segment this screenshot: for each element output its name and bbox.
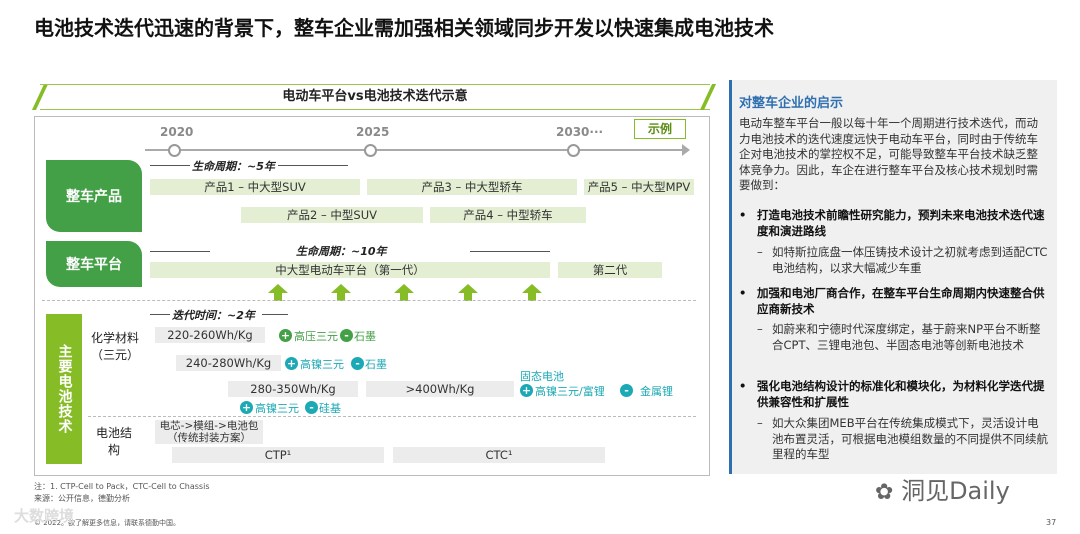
minus-icon: - — [620, 384, 633, 397]
solid-state-label: 固态电池 — [520, 370, 564, 383]
row-label-battery: 主要电池技术 — [46, 314, 82, 464]
plus-icon: + — [279, 329, 292, 342]
insight-intro: 电动车整车平台一般以每十年一个周期进行技术迭代，而动力电池技术的迭代速度远快于电… — [739, 116, 1038, 192]
chem-tag: 高镍三元 — [300, 358, 344, 371]
chem-tag: 硅基 — [319, 402, 341, 415]
period-arrow-right — [278, 165, 348, 166]
row-label-chem: 化学材料（三元） — [90, 331, 139, 362]
insight-point-2: 加强和电池厂商合作，在整车平台生命周期内快速整合供应商新技术 — [757, 286, 1045, 316]
legend-example: 示例 — [634, 119, 686, 139]
timeline-arrowhead — [682, 144, 690, 156]
structure-ctp: CTP¹ — [172, 447, 384, 463]
product-bar-4: 产品4 – 中型轿车 — [430, 207, 586, 223]
chart-title: 电动车平台vs电池技术迭代示意 — [40, 84, 710, 110]
platform-arrow-left — [150, 251, 210, 252]
period-product: 生命周期：~5年 — [192, 160, 275, 173]
minus-icon: - — [351, 357, 364, 370]
iteration-arrow-left — [150, 314, 170, 315]
minus-icon: - — [340, 329, 353, 342]
watermark-right: ✿ 洞见Daily — [875, 471, 1010, 506]
bullet-dot: • — [739, 379, 747, 393]
minus-icon: - — [305, 401, 318, 414]
structure-ctc: CTC¹ — [393, 447, 605, 463]
platform-bar-gen2: 第二代 — [558, 262, 662, 278]
up-arrow-icon — [268, 284, 288, 293]
chem-tag: 高压三元 — [294, 330, 338, 343]
up-arrow-icon — [522, 284, 542, 293]
chem-tag: 高镍三元/富锂 — [535, 385, 605, 398]
section-divider — [42, 300, 696, 301]
insight-point-3: 强化电池结构设计的标准化和模块化，为材料化学迭代提供兼容性和扩展性 — [757, 379, 1045, 409]
timeline-dot-2030 — [567, 144, 580, 157]
insight-sub-2: 如蔚来和宁德时代深度绑定，基于蔚来NP平台不断整合CPT、三锂电池包、半固态电池… — [772, 322, 1041, 352]
product-bar-5: 产品5 – 中大型MPV — [584, 179, 694, 195]
watermark-right-text: 洞见Daily — [901, 477, 1010, 505]
row-label-product: 整车产品 — [46, 160, 142, 232]
plus-icon: + — [285, 357, 298, 370]
energy-bar-2: 240-280Wh/Kg — [176, 355, 281, 371]
product-bar-1: 产品1 – 中大型SUV — [150, 179, 360, 195]
iteration-arrow-right — [262, 314, 288, 315]
timeline-dot-2020 — [168, 144, 181, 157]
year-2025: 2025 — [356, 125, 390, 139]
row-label-platform: 整车平台 — [46, 241, 142, 287]
period-arrow-left — [150, 165, 190, 166]
battery-divider — [88, 416, 696, 417]
product-bar-3: 产品3 – 中大型轿车 — [367, 179, 577, 195]
page-number: 37 — [1046, 518, 1057, 527]
up-arrow-icon — [394, 284, 414, 293]
sub-dash: – — [757, 322, 763, 336]
year-2030: 2030··· — [556, 125, 604, 139]
chem-tag: 金属锂 — [640, 385, 673, 398]
product-bar-2: 产品2 – 中型SUV — [241, 207, 423, 223]
chem-tag: 石墨 — [365, 358, 387, 371]
period-platform: 生命周期：~10年 — [296, 245, 387, 258]
timeline-dot-2025 — [364, 144, 377, 157]
plus-icon: + — [240, 401, 253, 414]
platform-bar-gen1: 中大型电动车平台（第一代） — [150, 262, 550, 278]
insight-panel-accent — [729, 80, 732, 474]
page-title: 电池技术迭代迅速的背景下，整车企业需加强相关领域同步开发以快速集成电池技术 — [34, 16, 774, 40]
timeline-axis — [145, 149, 685, 151]
row-label-structure: 电池结构 — [95, 426, 132, 457]
insight-point-1: 打造电池技术前瞻性研究能力，预判未来电池技术迭代速度和演进路线 — [757, 208, 1045, 238]
bullet-dot: • — [739, 208, 747, 222]
watermark-left: 大数跨境 — [14, 507, 75, 525]
platform-arrow-right — [470, 251, 550, 252]
footnote: 注：1. CTP-Cell to Pack，CTC-Cell to Chassi… — [34, 482, 210, 491]
source-note: 来源：公开信息，德勤分析 — [34, 494, 130, 503]
plus-icon: + — [520, 384, 533, 397]
energy-bar-4: >400Wh/Kg — [366, 381, 514, 397]
insight-sub-3: 如大众集团MEB平台在传统集成模式下，灵活设计电池布置灵活，可根据电池模组数量的… — [772, 416, 1048, 461]
sub-dash: – — [757, 416, 763, 430]
row-label-battery-text: 主要电池技术 — [56, 344, 73, 434]
bullet-dot: • — [739, 286, 747, 300]
chem-tag: 石墨 — [354, 330, 376, 343]
insight-sub-1: 如特斯拉底盘一体压铸技术设计之初就考虑到适配CTC电池结构，以求大幅减少车重 — [772, 245, 1048, 275]
up-arrow-icon — [458, 284, 478, 293]
sub-dash: – — [757, 245, 763, 259]
up-arrow-icon — [331, 284, 351, 293]
energy-bar-1: 220-260Wh/Kg — [155, 327, 265, 343]
year-2020: 2020 — [160, 125, 194, 139]
energy-bar-3: 280-350Wh/Kg — [228, 381, 358, 397]
period-battery: 迭代时间：~2年 — [172, 309, 255, 322]
wechat-icon: ✿ — [875, 480, 894, 505]
insight-title: 对整车企业的启示 — [739, 96, 844, 111]
chem-tag: 高镍三元 — [255, 402, 299, 415]
structure-traditional: 电芯->模组->电池包（传统封装方案） — [155, 420, 263, 444]
